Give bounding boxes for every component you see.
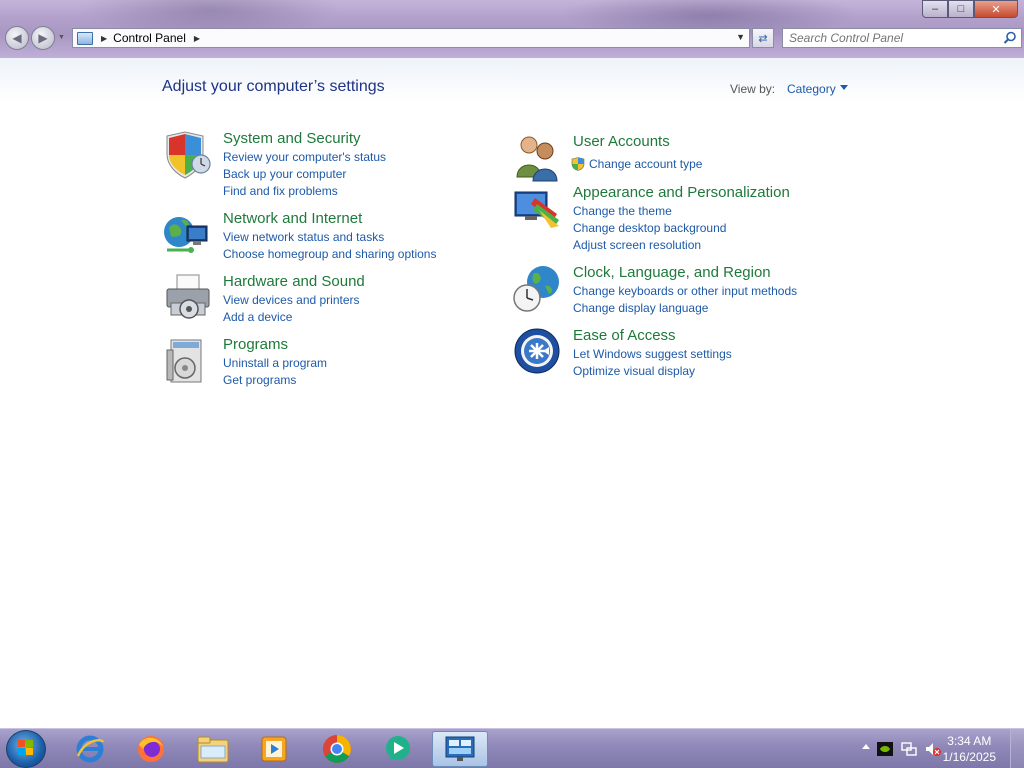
maximize-button[interactable]: □ [948,0,974,18]
category-clock-region: Clock, Language, and Region Change keybo… [513,264,853,320]
start-button[interactable] [6,730,46,768]
show-hidden-icons-button[interactable] [862,744,870,749]
uninstall-program-link[interactable]: Uninstall a program [223,356,327,370]
taskbar: 3:34 AM 1/16/2025 [0,728,1024,768]
back-up-link[interactable]: Back up your computer [223,167,346,181]
view-by-caret-icon[interactable] [840,85,848,90]
firefox-icon [138,736,164,762]
shield-icon[interactable] [163,130,213,180]
network-icon[interactable] [900,741,918,757]
windows-logo-icon [18,740,33,755]
suggest-settings-link[interactable]: Let Windows suggest settings [573,347,732,361]
category-network-internet: Network and Internet View network status… [163,210,483,266]
search-input[interactable] [783,29,993,47]
ease-access-title[interactable]: Ease of Access [573,327,676,344]
taskbar-firefox[interactable] [123,731,179,767]
breadcrumb-separator-icon[interactable]: ▶ [101,34,107,43]
clock-time: 3:34 AM [947,734,992,748]
category-system-security: System and Security Review your computer… [163,130,483,200]
printer-icon[interactable] [163,273,213,323]
screen-resolution-link[interactable]: Adjust screen resolution [573,238,701,252]
internet-explorer-icon [76,735,105,763]
control-panel-icon [77,31,93,45]
ease-of-access-icon[interactable] [513,327,563,377]
display-language-link[interactable]: Change display language [573,301,708,315]
taskbar-ie[interactable] [62,731,118,767]
change-account-type-link[interactable]: Change account type [589,157,702,171]
search-icon[interactable] [1003,31,1017,45]
category-programs: Programs Uninstall a program Get program… [163,336,483,392]
taskbar-clock[interactable]: 3:34 AM 1/16/2025 [943,733,996,765]
appearance-title[interactable]: Appearance and Personalization [573,184,790,201]
hardware-sound-title[interactable]: Hardware and Sound [223,273,365,290]
system-tray: 3:34 AM 1/16/2025 [834,729,1024,768]
page-title: Adjust your computer’s settings [162,78,385,95]
taskbar-control-panel[interactable] [432,731,488,767]
forward-button[interactable]: ▶ [31,26,55,50]
category-user-accounts: User Accounts Change account type [513,133,833,183]
change-keyboards-link[interactable]: Change keyboards or other input methods [573,284,797,298]
recent-pages-dropdown[interactable]: ▼ [58,34,65,41]
taskbar-media-player[interactable] [246,731,302,767]
show-desktop-button[interactable] [1010,729,1024,768]
view-by-label: View by: [730,82,776,96]
back-arrow-icon: ◀ [12,31,22,45]
optimize-display-link[interactable]: Optimize visual display [573,364,695,378]
clock-date: 1/16/2025 [942,750,996,764]
clock-globe-icon[interactable] [513,264,563,314]
minimize-button[interactable]: – [922,0,948,18]
category-ease-access: Ease of Access Let Windows suggest setti… [513,327,833,383]
refresh-button[interactable]: ⇄ [752,28,774,48]
back-button[interactable]: ◀ [5,26,29,50]
find-fix-problems-link[interactable]: Find and fix problems [223,184,338,198]
taskbar-explorer[interactable] [185,731,241,767]
user-accounts-icon[interactable] [513,133,563,183]
media-app-icon [386,736,410,760]
desktop-background-link[interactable]: Change desktop background [573,221,726,235]
homegroup-sharing-link[interactable]: Choose homegroup and sharing options [223,247,436,261]
close-button[interactable]: ✕ [974,0,1018,18]
chrome-icon [323,735,351,763]
devices-printers-link[interactable]: View devices and printers [223,293,360,307]
content-area [0,58,1024,728]
system-security-title[interactable]: System and Security [223,130,361,147]
category-hardware-sound: Hardware and Sound View devices and prin… [163,273,483,329]
file-explorer-icon [197,736,229,763]
volume-muted-icon[interactable] [924,741,942,757]
forward-arrow-icon: ▶ [38,31,48,45]
appearance-icon[interactable] [513,184,563,234]
media-player-icon [261,736,287,762]
clock-region-title[interactable]: Clock, Language, and Region [573,264,771,281]
taskbar-media-app[interactable] [370,731,426,767]
user-accounts-title[interactable]: User Accounts [573,133,670,150]
nvidia-icon[interactable] [876,741,894,757]
breadcrumb-control-panel[interactable]: Control Panel [113,31,186,45]
breadcrumb-expand-icon[interactable]: ▶ [194,34,200,43]
change-theme-link[interactable]: Change the theme [573,204,672,218]
refresh-icon: ⇄ [758,32,768,45]
programs-icon[interactable] [163,336,213,386]
review-status-link[interactable]: Review your computer's status [223,150,386,164]
search-box[interactable] [782,28,1022,48]
view-by-dropdown[interactable]: Category [787,82,836,96]
network-globe-icon[interactable] [163,210,213,260]
category-appearance: Appearance and Personalization Change th… [513,184,853,256]
taskbar-chrome[interactable] [309,731,365,767]
uac-shield-icon [571,157,585,171]
get-programs-link[interactable]: Get programs [223,373,296,387]
programs-title[interactable]: Programs [223,336,288,353]
network-status-link[interactable]: View network status and tasks [223,230,384,244]
add-device-link[interactable]: Add a device [223,310,292,324]
address-bar[interactable]: ▶ Control Panel ▶ ▼ [72,28,750,48]
network-internet-title[interactable]: Network and Internet [223,210,362,227]
control-panel-icon [445,736,475,761]
address-dropdown-icon[interactable]: ▼ [736,32,745,42]
window-controls: – □ ✕ [922,0,1018,18]
